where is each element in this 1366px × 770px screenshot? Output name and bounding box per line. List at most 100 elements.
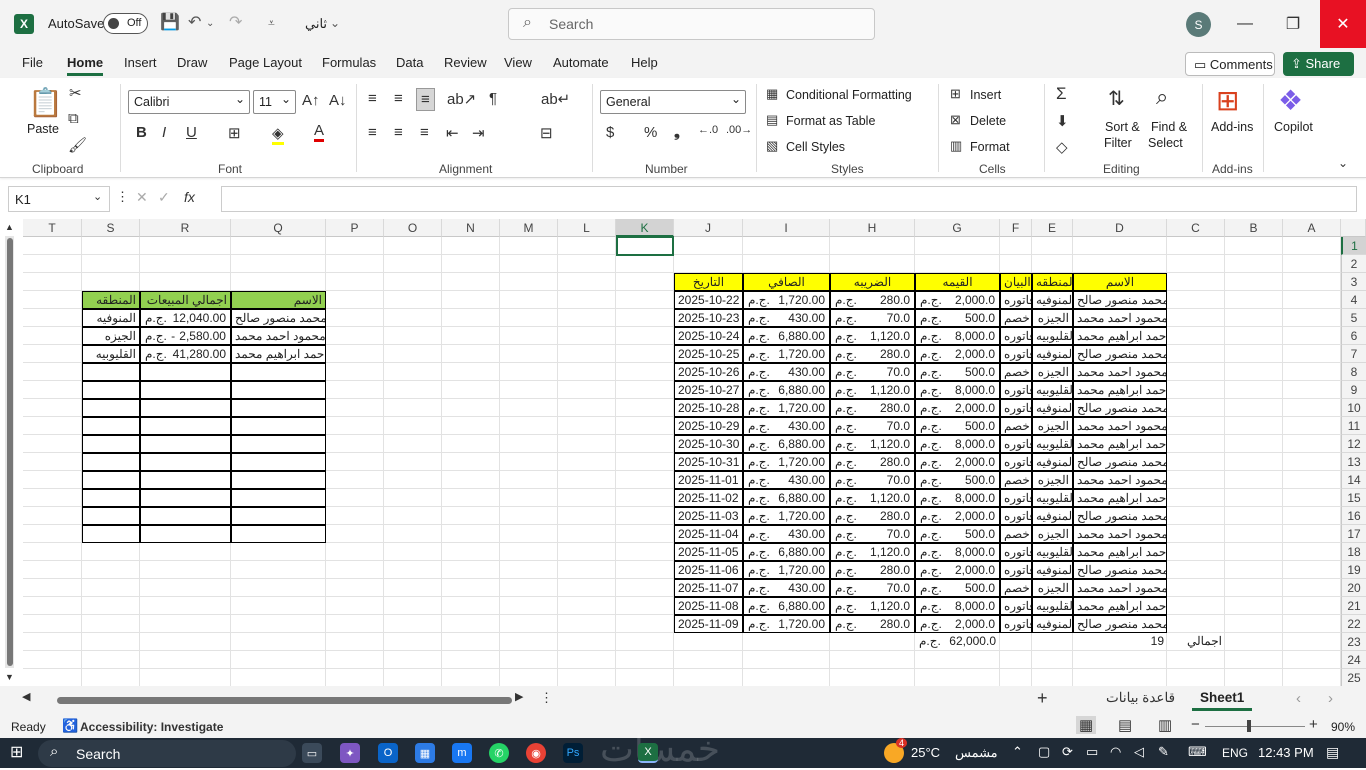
cell-name[interactable]: احمد ابراهيم محمد xyxy=(1073,435,1167,453)
fill-color-icon[interactable]: ◈ xyxy=(272,124,284,145)
row-header-14[interactable]: 14 xyxy=(1341,471,1366,489)
row-header-15[interactable]: 15 xyxy=(1341,489,1366,507)
cell-tax[interactable]: ج.م. 70.0 xyxy=(830,579,915,597)
summary-cell-name[interactable]: محمد منصور صالح xyxy=(231,309,326,327)
row-header-4[interactable]: 4 xyxy=(1341,291,1366,309)
cell-net[interactable]: ج.م. 1,720.00 xyxy=(743,615,830,633)
cell-name[interactable]: محمد منصور صالح xyxy=(1073,291,1167,309)
column-header-L[interactable]: L xyxy=(558,219,616,237)
cell-net[interactable]: ج.م. 1,720.00 xyxy=(743,291,830,309)
summary-empty-cell[interactable] xyxy=(231,435,326,453)
summary-empty-cell[interactable] xyxy=(140,525,231,543)
indent-decrease-icon[interactable]: ⇤ xyxy=(446,124,459,142)
summary-empty-cell[interactable] xyxy=(82,453,140,471)
column-header-O[interactable]: O xyxy=(384,219,442,237)
summary-empty-cell[interactable] xyxy=(140,489,231,507)
tab-view[interactable]: View xyxy=(504,55,532,70)
header-date[interactable]: التاريخ xyxy=(674,273,743,291)
addins-button[interactable]: Add-ins xyxy=(1211,120,1253,134)
format-as-table-button[interactable]: Format as Table xyxy=(786,114,875,128)
row-header-18[interactable]: 18 xyxy=(1341,543,1366,561)
redo-icon[interactable]: ↷ xyxy=(229,12,242,32)
cell-net[interactable]: ج.م. 430.00 xyxy=(743,471,830,489)
row-header-19[interactable]: 19 xyxy=(1341,561,1366,579)
percent-icon[interactable]: % xyxy=(644,124,657,141)
column-header-K[interactable]: K xyxy=(616,219,674,237)
row-header-20[interactable]: 20 xyxy=(1341,579,1366,597)
column-header-D[interactable]: D xyxy=(1073,219,1167,237)
customize-qat-icon[interactable]: ⩡ xyxy=(268,16,275,31)
cell-region[interactable]: القليوبيه xyxy=(1032,489,1073,507)
volume-icon[interactable]: ◁ xyxy=(1134,744,1144,760)
photoshop-icon[interactable]: Ps xyxy=(563,743,583,763)
cell-desc[interactable]: خصم xyxy=(1000,471,1032,489)
cell-tax[interactable]: ج.م. 280.0 xyxy=(830,507,915,525)
enter-icon[interactable]: ✓ xyxy=(158,189,170,206)
cell-region[interactable]: المنوفيه xyxy=(1032,507,1073,525)
cell-value[interactable]: ج.م. 500.0 xyxy=(915,363,1000,381)
cell-date[interactable]: 2025-11-04 xyxy=(674,525,743,543)
summary-empty-cell[interactable] xyxy=(140,435,231,453)
cell-desc[interactable]: فاتوره xyxy=(1000,543,1032,561)
more-icon[interactable]: ⋮ xyxy=(116,189,129,205)
taskbar-search[interactable]: ⌕ Search xyxy=(38,740,296,767)
font-name-select[interactable]: Calibri xyxy=(128,90,250,114)
autosave-toggle[interactable]: Off xyxy=(103,13,148,34)
column-header-H[interactable]: H xyxy=(830,219,915,237)
summary-cell-region[interactable]: القليوبيه xyxy=(82,345,140,363)
column-header-R[interactable]: R xyxy=(140,219,231,237)
cell-name[interactable]: محمد منصور صالح xyxy=(1073,399,1167,417)
cell-styles-button[interactable]: Cell Styles xyxy=(786,140,845,154)
row-header-16[interactable]: 16 xyxy=(1341,507,1366,525)
cell-date[interactable]: 2025-11-08 xyxy=(674,597,743,615)
cell-value[interactable]: ج.م. 8,000.0 xyxy=(915,489,1000,507)
cell-value[interactable]: ج.م. 8,000.0 xyxy=(915,435,1000,453)
active-cell-k1[interactable] xyxy=(616,236,674,256)
cut-icon[interactable]: ✂ xyxy=(69,84,82,102)
excel-taskbar-icon[interactable]: X xyxy=(638,743,658,763)
sort-filter-button[interactable]: Sort & xyxy=(1105,120,1140,134)
column-header-A[interactable]: A xyxy=(1283,219,1341,237)
column-header-C[interactable]: C xyxy=(1167,219,1225,237)
cell-date[interactable]: 2025-10-28 xyxy=(674,399,743,417)
chevron-down-icon[interactable]: ⌄ xyxy=(330,16,340,30)
cell-value[interactable]: ج.م. 500.0 xyxy=(915,471,1000,489)
copilot-app-icon[interactable]: ✦ xyxy=(340,743,360,763)
delete-cells-button[interactable]: Delete xyxy=(970,114,1006,128)
cell-region[interactable]: المنوفيه xyxy=(1032,399,1073,417)
language-indicator[interactable]: ENG xyxy=(1222,746,1248,760)
cell-name[interactable]: محمد منصور صالح xyxy=(1073,345,1167,363)
number-format-select[interactable]: General xyxy=(600,90,746,114)
cell-net[interactable]: ج.م. 6,880.00 xyxy=(743,435,830,453)
chevron-up-icon[interactable]: ⌃ xyxy=(1012,744,1023,760)
cell-date[interactable]: 2025-11-09 xyxy=(674,615,743,633)
insert-cells-button[interactable]: Insert xyxy=(970,88,1001,102)
tab-draw[interactable]: Draw xyxy=(177,55,207,70)
summary-empty-cell[interactable] xyxy=(231,507,326,525)
cell-tax[interactable]: ج.م. 70.0 xyxy=(830,417,915,435)
page-layout-view-icon[interactable]: ▤ xyxy=(1118,716,1132,734)
bold-icon[interactable]: B xyxy=(136,124,147,141)
summary-empty-cell[interactable] xyxy=(231,363,326,381)
column-header-M[interactable]: M xyxy=(500,219,558,237)
cell-region[interactable]: الجيزه xyxy=(1032,525,1073,543)
cell-tax[interactable]: ج.م. 70.0 xyxy=(830,525,915,543)
close-icon[interactable]: ✕ xyxy=(1320,0,1366,48)
row-header-11[interactable]: 11 xyxy=(1341,417,1366,435)
cell-name[interactable]: محمود احمد محمد xyxy=(1073,471,1167,489)
cell-name[interactable]: محمود احمد محمد xyxy=(1073,525,1167,543)
cell-desc[interactable]: خصم xyxy=(1000,417,1032,435)
format-cells-button[interactable]: Format xyxy=(970,140,1010,154)
row-header-2[interactable]: 2 xyxy=(1341,255,1366,273)
decrease-decimal-icon[interactable]: .00→ xyxy=(726,124,752,136)
keyboard-icon[interactable]: ⌨ xyxy=(1188,744,1207,760)
cell-tax[interactable]: ج.م. 1,120.0 xyxy=(830,381,915,399)
cell-net[interactable]: ج.م. 430.00 xyxy=(743,579,830,597)
zoom-slider[interactable] xyxy=(1205,726,1305,727)
cell-desc[interactable]: فاتوره xyxy=(1000,291,1032,309)
cell-name[interactable]: احمد ابراهيم محمد xyxy=(1073,381,1167,399)
cell-net[interactable]: ج.م. 430.00 xyxy=(743,309,830,327)
summary-empty-cell[interactable] xyxy=(82,435,140,453)
cell-name[interactable]: محمد منصور صالح xyxy=(1073,561,1167,579)
summary-empty-cell[interactable] xyxy=(140,417,231,435)
